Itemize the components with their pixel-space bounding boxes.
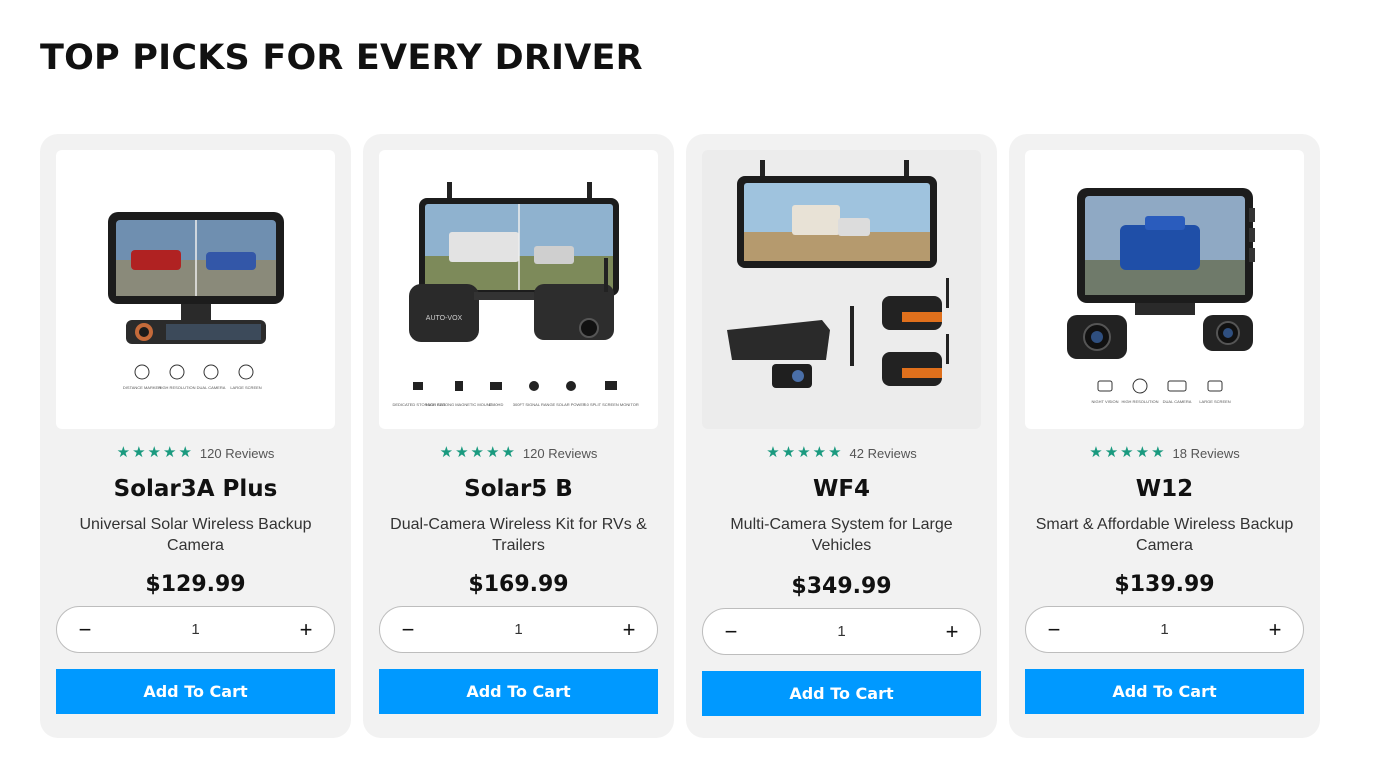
camera-monitor-image: AUTO-VOX DEDICATED STORAGE BAG HIGH STRO… bbox=[393, 182, 639, 407]
feature-label: SOLAR POWER bbox=[556, 402, 586, 407]
review-count[interactable]: 42 Reviews bbox=[850, 446, 917, 461]
feature-label: DUAL CAMERA bbox=[1163, 399, 1192, 404]
feature-label: LARGE SCREEN bbox=[230, 385, 261, 390]
star-icon: ★ bbox=[501, 444, 515, 461]
product-description: Universal Solar Wireless Backup Camera bbox=[79, 516, 312, 554]
plus-icon[interactable]: + bbox=[1263, 617, 1287, 642]
star-icon: ★ bbox=[781, 444, 796, 461]
star-icon: ★ bbox=[163, 444, 177, 461]
feature-label: LARGE SCREEN bbox=[1199, 399, 1230, 404]
star-rating: ★ ★ ★ ★ ★ bbox=[766, 445, 841, 461]
product-price: $349.99 bbox=[791, 574, 892, 599]
star-icon: ★ bbox=[766, 444, 780, 461]
case-brand-text: AUTO-VOX bbox=[426, 315, 463, 322]
feature-label: NIGHT VISION bbox=[1091, 399, 1118, 404]
feature-label: 7.0 SPLIT SCREEN MONITOR bbox=[583, 402, 639, 407]
product-card: AUTO-VOX DEDICATED STORAGE BAG HIGH STRO… bbox=[363, 134, 674, 738]
product-description: Smart & Affordable Wireless Backup Camer… bbox=[1035, 516, 1294, 554]
star-icon: ★ bbox=[470, 444, 484, 461]
star-icon: ★ bbox=[486, 444, 500, 461]
product-image[interactable]: DISTANCE MARKER HIGH RESOLUTION DUAL CAM… bbox=[56, 150, 335, 429]
feature-label: DISTANCE MARKER bbox=[123, 385, 161, 390]
camera-monitor-image: DISTANCE MARKER HIGH RESOLUTION DUAL CAM… bbox=[108, 212, 284, 390]
star-icon: ★ bbox=[1104, 444, 1119, 461]
product-price: $169.99 bbox=[468, 572, 569, 597]
feature-label: 1080HD bbox=[489, 402, 504, 407]
camera-monitor-image: NIGHT VISION HIGH RESOLUTION DUAL CAMERA… bbox=[1067, 188, 1255, 404]
feature-label: DUAL CAMERA bbox=[197, 385, 226, 390]
add-to-cart-button[interactable]: Add To Cart bbox=[379, 669, 658, 714]
quantity-stepper: − 1 + bbox=[1025, 606, 1304, 653]
product-description: Multi-Camera System for Large Vehicles bbox=[730, 516, 953, 554]
product-image[interactable]: NIGHT VISION HIGH RESOLUTION DUAL CAMERA… bbox=[1025, 150, 1304, 429]
star-icon: ★ bbox=[1135, 444, 1150, 461]
product-name[interactable]: W12 bbox=[1009, 476, 1320, 502]
star-icon: ★ bbox=[178, 444, 192, 461]
product-card: DISTANCE MARKER HIGH RESOLUTION DUAL CAM… bbox=[40, 134, 351, 738]
quantity-value[interactable]: 1 bbox=[837, 623, 845, 640]
product-image[interactable]: AUTO-VOX DEDICATED STORAGE BAG HIGH STRO… bbox=[379, 150, 658, 429]
feature-label: HIGH STRONG MAGNETIC MOUNT bbox=[426, 402, 493, 407]
quantity-stepper: − 1 + bbox=[379, 606, 658, 653]
add-to-cart-button[interactable]: Add To Cart bbox=[1025, 669, 1304, 714]
star-icon: ★ bbox=[132, 444, 146, 461]
add-to-cart-button[interactable]: Add To Cart bbox=[702, 671, 981, 716]
product-card: ★ ★ ★ ★ ★ 42 Reviews WF4 Multi-Camera System… bbox=[686, 134, 997, 738]
feature-label: HIGH RESOLUTION bbox=[158, 385, 195, 390]
star-icon: ★ bbox=[1151, 444, 1165, 461]
quantity-value[interactable]: 1 bbox=[514, 621, 522, 638]
star-icon: ★ bbox=[147, 444, 161, 461]
product-description: Dual-Camera Wireless Kit for RVs & Trail… bbox=[390, 516, 647, 554]
feature-label: HIGH RESOLUTION bbox=[1121, 399, 1158, 404]
star-rating: ★ ★ ★ ★ ★ bbox=[440, 445, 515, 461]
review-count[interactable]: 120 Reviews bbox=[523, 446, 597, 461]
star-icon: ★ bbox=[439, 444, 454, 461]
star-icon: ★ bbox=[1089, 444, 1103, 461]
star-rating: ★ ★ ★ ★ ★ bbox=[117, 445, 192, 461]
star-icon: ★ bbox=[797, 444, 811, 461]
feature-label: 300FT SIGNAL RANGE bbox=[513, 402, 556, 407]
star-icon: ★ bbox=[812, 444, 827, 461]
quantity-stepper: − 1 + bbox=[702, 608, 981, 655]
quantity-value[interactable]: 1 bbox=[191, 621, 199, 638]
product-name[interactable]: Solar3A Plus bbox=[40, 476, 351, 502]
product-card: NIGHT VISION HIGH RESOLUTION DUAL CAMERA… bbox=[1009, 134, 1320, 738]
product-name[interactable]: Solar5 B bbox=[363, 476, 674, 502]
minus-icon[interactable]: − bbox=[1042, 617, 1066, 642]
rating: ★ ★ ★ ★ ★ 120 Reviews bbox=[40, 445, 351, 461]
minus-icon[interactable]: − bbox=[73, 617, 97, 642]
quantity-stepper: − 1 + bbox=[56, 606, 335, 653]
product-name[interactable]: WF4 bbox=[686, 476, 997, 502]
product-price: $129.99 bbox=[145, 572, 246, 597]
minus-icon[interactable]: − bbox=[719, 619, 743, 644]
star-icon: ★ bbox=[116, 444, 131, 461]
product-price: $139.99 bbox=[1114, 572, 1215, 597]
plus-icon[interactable]: + bbox=[617, 617, 641, 642]
rating: ★ ★ ★ ★ ★ 120 Reviews bbox=[363, 445, 674, 461]
plus-icon[interactable]: + bbox=[940, 619, 964, 644]
section-title: TOP PICKS FOR EVERY DRIVER bbox=[40, 38, 643, 78]
product-image[interactable] bbox=[702, 150, 981, 429]
product-grid: DISTANCE MARKER HIGH RESOLUTION DUAL CAM… bbox=[40, 134, 1320, 738]
minus-icon[interactable]: − bbox=[396, 617, 420, 642]
rating: ★ ★ ★ ★ ★ 18 Reviews bbox=[1009, 445, 1320, 461]
star-icon: ★ bbox=[828, 444, 842, 461]
star-icon: ★ bbox=[455, 444, 469, 461]
add-to-cart-button[interactable]: Add To Cart bbox=[56, 669, 335, 714]
review-count[interactable]: 18 Reviews bbox=[1173, 446, 1240, 461]
review-count[interactable]: 120 Reviews bbox=[200, 446, 274, 461]
plus-icon[interactable]: + bbox=[294, 617, 318, 642]
quantity-value[interactable]: 1 bbox=[1160, 621, 1168, 638]
star-icon: ★ bbox=[1120, 444, 1134, 461]
star-rating: ★ ★ ★ ★ ★ bbox=[1089, 445, 1164, 461]
rating: ★ ★ ★ ★ ★ 42 Reviews bbox=[686, 445, 997, 461]
camera-monitor-image bbox=[727, 160, 949, 388]
